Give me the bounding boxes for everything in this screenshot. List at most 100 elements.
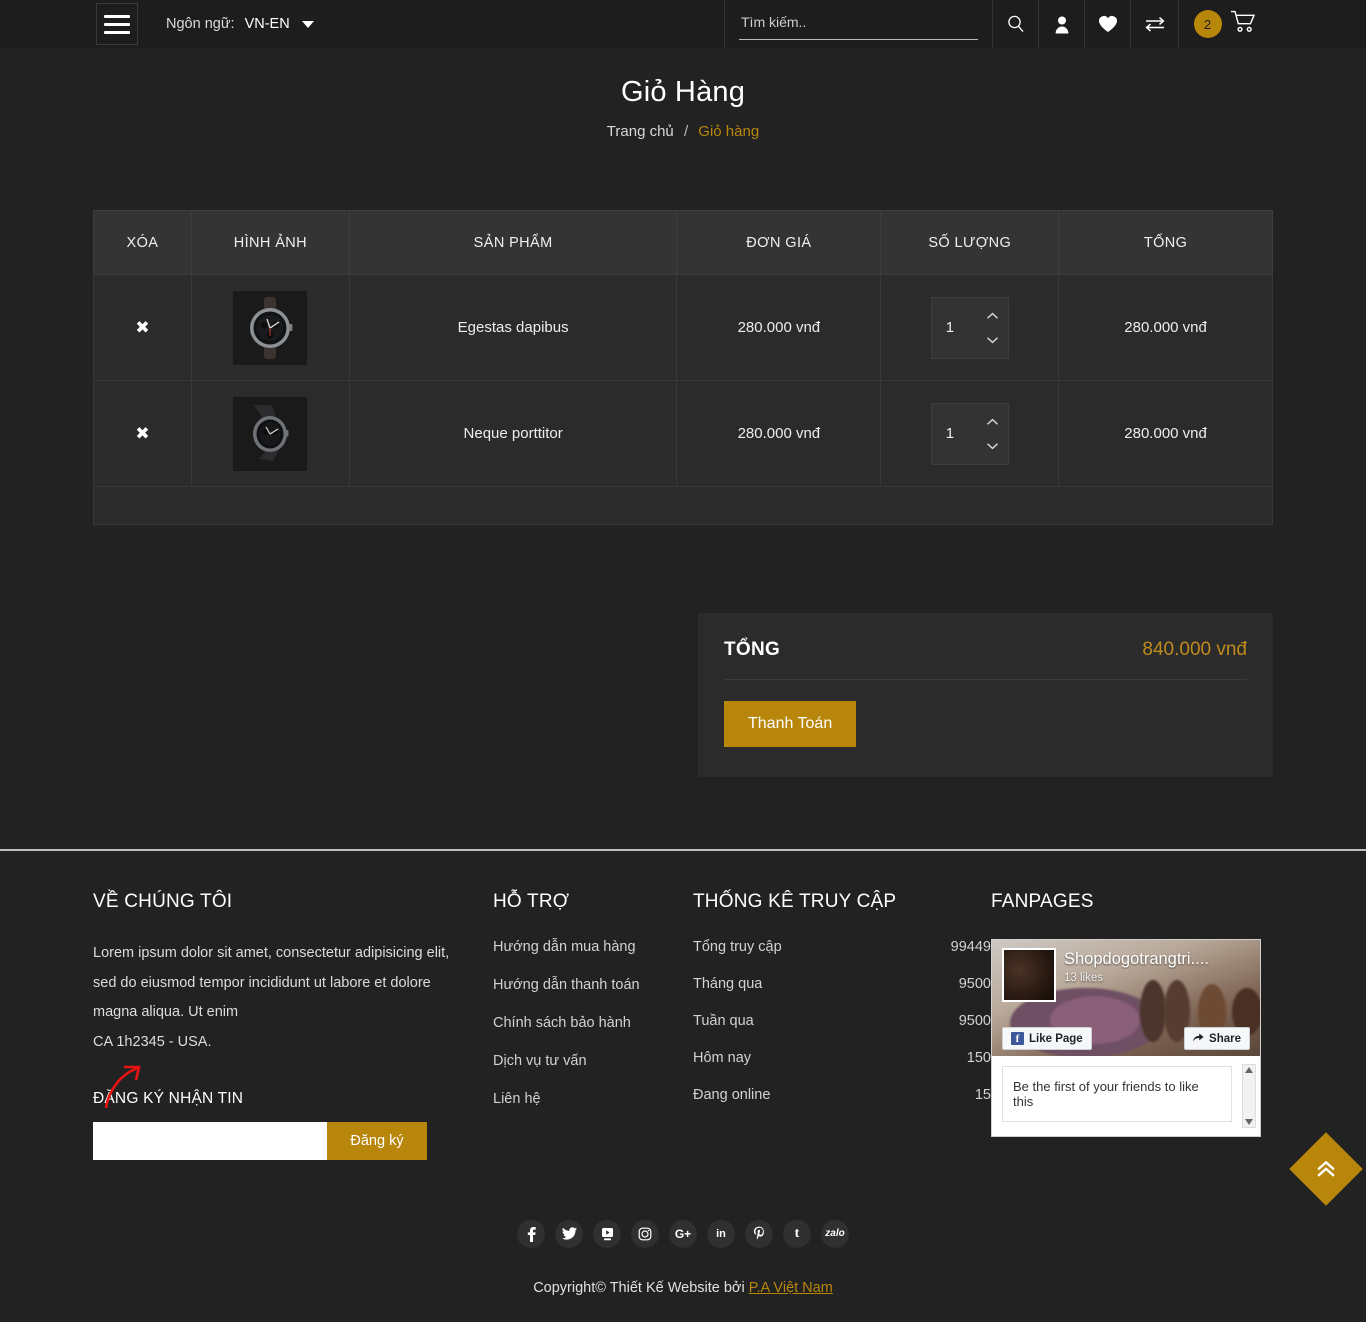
copyright-brand-link[interactable]: P.A Việt Nam xyxy=(749,1280,833,1296)
quantity-decrease-button[interactable] xyxy=(986,442,999,450)
quantity-cell xyxy=(880,274,1060,381)
stat-label: Đang online xyxy=(693,1087,771,1103)
search-input[interactable] xyxy=(739,8,978,40)
facebook-like-page-button[interactable]: f Like Page xyxy=(1002,1027,1092,1050)
tumblr-icon[interactable]: t xyxy=(783,1219,811,1248)
footer-fanpages-column: FANPAGES Shopdogotrangtri.... 13 likes f… xyxy=(991,891,1273,1160)
facebook-widget-body: Be the first of your friends to like thi… xyxy=(992,1056,1260,1136)
stat-value: 9500 xyxy=(958,976,991,992)
quantity-increase-button[interactable] xyxy=(986,418,999,426)
wishlist-button[interactable] xyxy=(1084,0,1130,48)
facebook-action-row: f Like Page Share xyxy=(992,1027,1260,1050)
facebook-f-icon: f xyxy=(1011,1032,1024,1045)
support-link-buy-guide[interactable]: Hướng dẫn mua hàng xyxy=(493,939,693,955)
quantity-input[interactable] xyxy=(931,318,980,337)
quantity-increase-button[interactable] xyxy=(986,312,999,320)
product-thumbnail[interactable] xyxy=(233,290,308,365)
breadcrumb-home-link[interactable]: Trang chủ xyxy=(607,123,674,140)
pinterest-icon[interactable] xyxy=(745,1219,773,1248)
cart-table-header-row: XÓA HÌNH ẢNH SẢN PHẨM ĐƠN GIÁ SỐ LƯỢNG T… xyxy=(93,210,1273,275)
stat-label: Tuần qua xyxy=(693,1013,754,1029)
facebook-page-widget[interactable]: Shopdogotrangtri.... 13 likes f Like Pag… xyxy=(991,939,1261,1137)
newsletter-subscribe-button[interactable]: Đăng ký xyxy=(327,1121,427,1160)
linkedin-label: in xyxy=(716,1227,726,1240)
page-header: Giỏ Hàng Trang chủ / Giỏ hàng xyxy=(0,48,1366,150)
stat-row-online: Đang online 15 xyxy=(693,1087,991,1103)
line-total-cell: 280.000 vnđ xyxy=(1058,380,1273,487)
user-icon xyxy=(1053,15,1071,34)
stat-value: 99449 xyxy=(950,939,991,955)
cart-button[interactable]: 2 xyxy=(1178,0,1270,48)
image-cell xyxy=(190,274,350,381)
hamburger-bar xyxy=(104,22,130,26)
support-link-payment-guide[interactable]: Hướng dẫn thanh toán xyxy=(493,977,693,993)
stat-label: Tổng truy cập xyxy=(693,939,782,955)
column-header-total: TỔNG xyxy=(1058,210,1273,275)
search-submit-button[interactable] xyxy=(992,0,1038,48)
remove-item-icon[interactable]: ✖ xyxy=(135,319,149,336)
quantity-input[interactable] xyxy=(931,424,980,443)
facebook-cover-photo: Shopdogotrangtri.... 13 likes f Like Pag… xyxy=(992,940,1260,1056)
fanpages-title: FANPAGES xyxy=(991,891,1094,912)
facebook-like-label: Like Page xyxy=(1029,1032,1083,1045)
product-name-cell: Neque porttitor xyxy=(348,380,678,487)
page-title: Giỏ Hàng xyxy=(620,76,746,108)
facebook-page-name: Shopdogotrangtri.... xyxy=(1064,950,1209,968)
compare-button[interactable] xyxy=(1130,0,1178,48)
google-plus-label: G+ xyxy=(674,1226,692,1241)
header-right-group: 2 xyxy=(724,0,1366,48)
about-text: Lorem ipsum dolor sit amet, consectetur … xyxy=(93,945,450,1021)
remove-cell: ✖ xyxy=(93,274,192,381)
zalo-icon[interactable]: zalo xyxy=(821,1219,849,1248)
column-header-image: HÌNH ẢNH xyxy=(190,210,350,275)
cart-table-footer-cell xyxy=(93,486,1273,525)
about-address: CA 1h2345 - USA. xyxy=(93,1034,212,1051)
cart-total-label: TỔNG xyxy=(724,639,781,660)
quantity-cell xyxy=(880,380,1060,487)
product-thumbnail[interactable] xyxy=(233,396,308,471)
linkedin-icon[interactable]: in xyxy=(707,1219,735,1248)
tumblr-label: t xyxy=(794,1225,800,1241)
google-plus-icon[interactable]: G+ xyxy=(669,1219,697,1248)
quantity-decrease-button[interactable] xyxy=(986,336,999,344)
support-link-consulting[interactable]: Dịch vụ tư vấn xyxy=(493,1053,693,1069)
column-header-quantity: SỐ LƯỢNG xyxy=(880,210,1060,275)
footer-support-column: HỖ TRỢ Hướng dẫn mua hàng Hướng dẫn than… xyxy=(493,891,693,1160)
column-header-remove: XÓA xyxy=(93,210,192,275)
compare-icon xyxy=(1144,16,1166,32)
stat-value: 9500 xyxy=(958,1013,991,1029)
checkout-button[interactable]: Thanh Toán xyxy=(724,701,857,747)
double-chevron-up-icon xyxy=(1316,1160,1336,1178)
facebook-page-likes: 13 likes xyxy=(1064,972,1103,984)
stat-row-total-visits: Tổng truy cập 99449 xyxy=(693,939,991,955)
zalo-label: zalo xyxy=(825,1228,845,1240)
breadcrumb: Trang chủ / Giỏ hàng xyxy=(0,123,1366,140)
cart-total-value: 840.000 vnđ xyxy=(1142,639,1247,660)
language-selector[interactable]: Ngôn ngữ: VN-EN xyxy=(166,16,314,32)
cart-icon xyxy=(1230,10,1256,38)
stat-label: Hôm nay xyxy=(693,1050,752,1066)
quantity-stepper[interactable] xyxy=(930,296,1009,359)
hamburger-menu-icon[interactable] xyxy=(96,3,138,45)
support-link-contact[interactable]: Liên hệ xyxy=(493,1091,693,1107)
about-title: VỀ CHÚNG TÔI xyxy=(93,891,233,912)
product-name-cell: Egestas dapibus xyxy=(348,274,678,381)
cart-totals-area: TỔNG 840.000 vnđ Thanh Toán xyxy=(93,613,1273,777)
line-total-cell: 280.000 vnđ xyxy=(1058,274,1273,381)
facebook-share-button[interactable]: Share xyxy=(1184,1027,1250,1050)
breadcrumb-current: Giỏ hàng xyxy=(698,123,760,140)
share-icon xyxy=(1193,1032,1204,1045)
account-button[interactable] xyxy=(1038,0,1084,48)
support-link-warranty-policy[interactable]: Chính sách bảo hành xyxy=(493,1015,693,1031)
quantity-stepper[interactable] xyxy=(930,402,1009,465)
newsletter-email-input[interactable] xyxy=(93,1121,327,1160)
facebook-widget-scrollbar[interactable] xyxy=(1242,1064,1256,1128)
youtube-icon[interactable] xyxy=(593,1219,621,1248)
facebook-icon[interactable] xyxy=(517,1219,545,1248)
image-cell xyxy=(190,380,350,487)
remove-item-icon[interactable]: ✖ xyxy=(135,425,149,442)
instagram-icon[interactable] xyxy=(631,1219,659,1248)
stat-label: Tháng qua xyxy=(693,976,763,992)
twitter-icon[interactable] xyxy=(555,1219,583,1248)
social-links: G+ in t zalo xyxy=(0,1219,1366,1248)
